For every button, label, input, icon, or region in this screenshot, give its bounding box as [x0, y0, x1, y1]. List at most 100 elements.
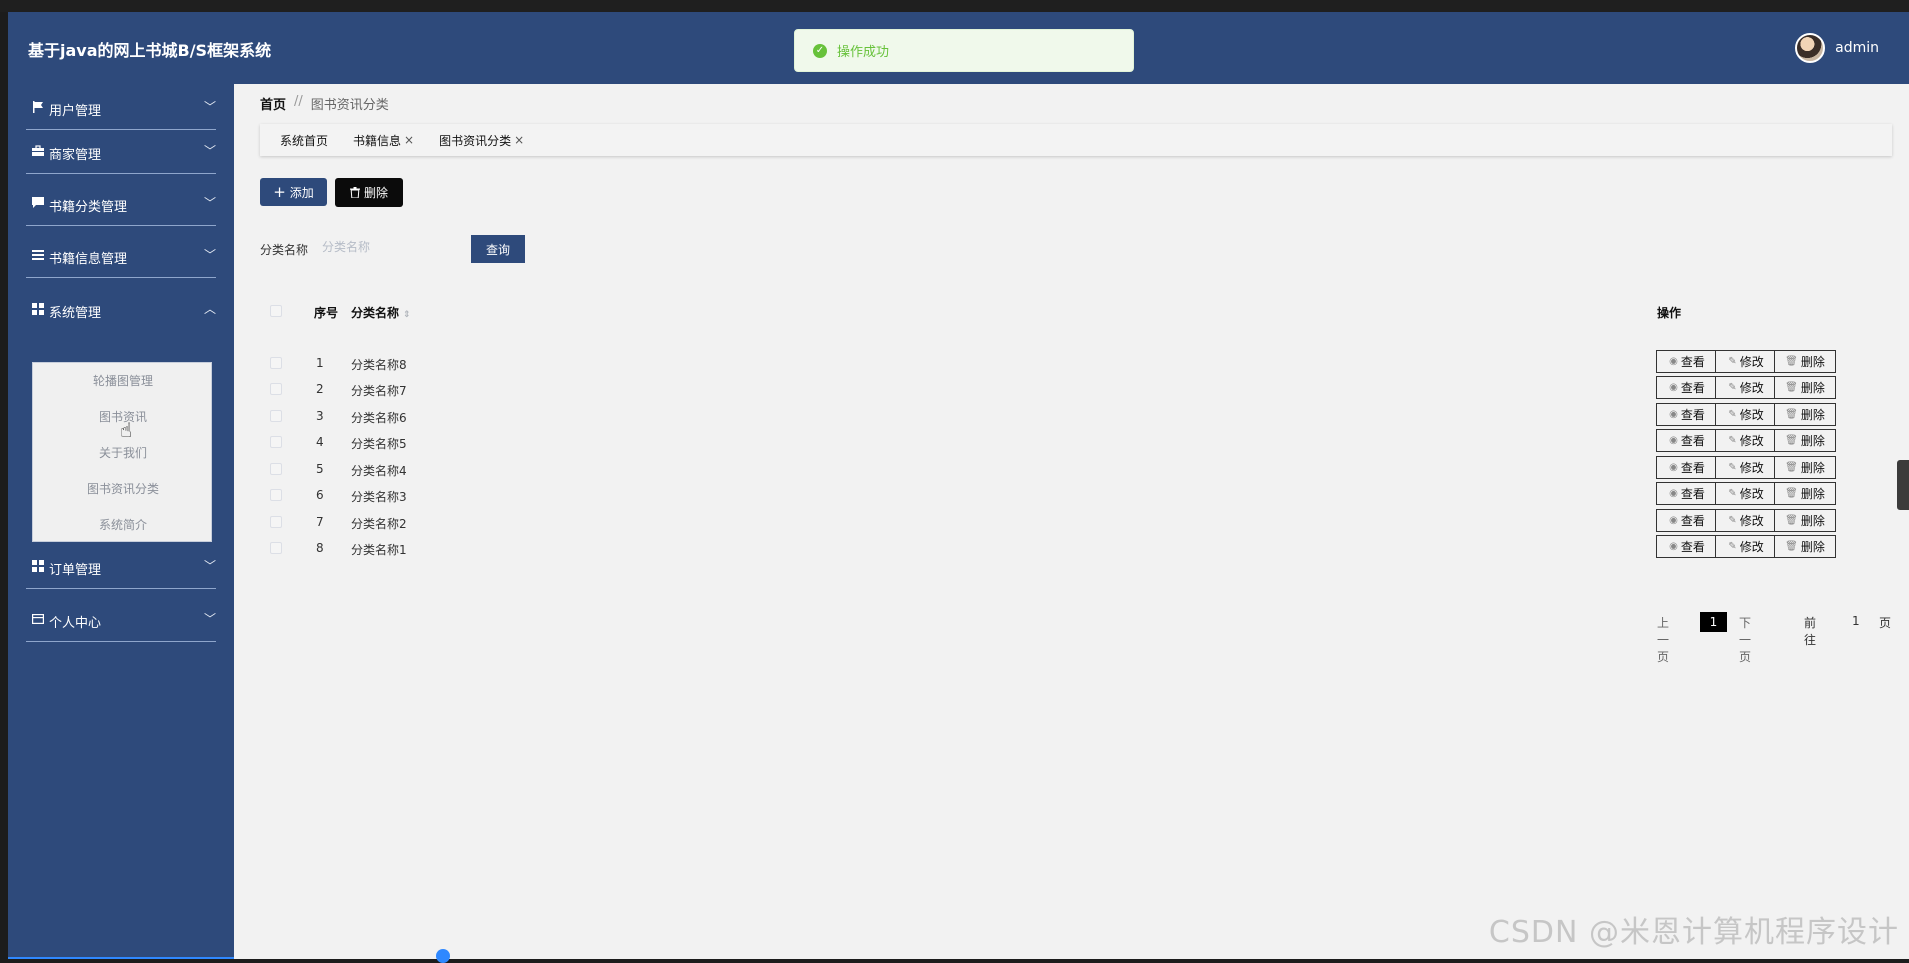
row-no: 7 [316, 515, 324, 529]
select-all-checkbox[interactable] [270, 305, 282, 317]
view-button[interactable]: ◉ 查看 [1656, 456, 1718, 479]
tab-label[interactable]: 图书资讯分类 [439, 132, 511, 149]
submenu-item-about-us[interactable]: 关于我们 [33, 444, 213, 461]
page-1-button[interactable]: 1 [1700, 612, 1727, 632]
row-delete-button[interactable]: 🗑 删除 [1774, 482, 1836, 505]
view-button[interactable]: ◉ 查看 [1656, 482, 1718, 505]
sidebar-item-label: 商家管理 [49, 148, 102, 163]
goto-page-input[interactable]: 1 [1852, 614, 1860, 628]
column-header-name[interactable]: 分类名称 ⇕ [351, 304, 411, 321]
edit-button-label: 修改 [1739, 540, 1764, 554]
table-row: 5 分类名称4 ◉ 查看 ✎ 修改 🗑 删除 [260, 456, 1892, 482]
breadcrumb-home[interactable]: 首页 [260, 94, 286, 113]
user-menu[interactable]: admin [1795, 33, 1879, 63]
avatar[interactable] [1795, 33, 1826, 63]
pencil-icon: ✎ [1728, 409, 1737, 420]
next-page-button[interactable]: 下一页 [1739, 614, 1751, 665]
app-window: 基于java的网上书城B/S框架系统 admin ✓ 操作成功 用户管理 ﹀ 商… [0, 0, 1909, 963]
row-delete-button-label: 删除 [1800, 540, 1825, 554]
sidebar-item-book-categories[interactable]: 书籍分类管理 ﹀ [8, 182, 234, 226]
row-checkbox[interactable] [270, 410, 282, 422]
edit-button[interactable]: ✎ 修改 [1715, 535, 1777, 558]
row-checkbox[interactable] [270, 357, 282, 369]
column-header-operation: 操作 [1657, 306, 1682, 320]
trash-icon: 🗑 [1785, 356, 1798, 367]
submenu-item-system-intro[interactable]: 系统简介 [33, 516, 213, 533]
user-name[interactable]: admin [1835, 40, 1879, 56]
row-checkbox[interactable] [270, 383, 282, 395]
sidebar-item-merchants[interactable]: 商家管理 ﹀ [8, 130, 234, 174]
row-delete-button[interactable]: 🗑 删除 [1774, 429, 1836, 452]
add-button[interactable]: + 添加 [260, 178, 327, 206]
eye-icon: ◉ [1669, 356, 1678, 367]
row-delete-button[interactable]: 🗑 删除 [1774, 535, 1836, 558]
hand-cursor-icon: ☝ [120, 418, 133, 442]
query-button[interactable]: 查询 [471, 235, 525, 263]
row-checkbox[interactable] [270, 516, 282, 528]
sidebar-item-book-info[interactable]: 书籍信息管理 ﹀ [8, 234, 234, 278]
main-content: 首页 // 图书资讯分类 系统首页 书籍信息 × 图书资讯分类 × + 添加 删除 … [234, 84, 1909, 959]
view-button-label: 查看 [1680, 487, 1705, 501]
sidebar-item-users[interactable]: 用户管理 ﹀ [8, 86, 234, 130]
tab-home[interactable]: 系统首页 [280, 132, 328, 149]
sidebar-item-label: 系统管理 [49, 306, 102, 321]
row-delete-button[interactable]: 🗑 删除 [1774, 509, 1836, 532]
breadcrumb-current: 图书资讯分类 [310, 98, 389, 113]
edit-button-label: 修改 [1739, 434, 1764, 448]
side-drawer-handle[interactable] [1897, 460, 1909, 510]
flag-icon [33, 101, 43, 113]
grid-icon [32, 560, 44, 572]
category-name-input[interactable] [322, 233, 442, 261]
row-delete-button[interactable]: 🗑 删除 [1774, 376, 1836, 399]
edit-button[interactable]: ✎ 修改 [1715, 429, 1777, 452]
edit-button[interactable]: ✎ 修改 [1715, 350, 1777, 373]
toast-message: 操作成功 [837, 45, 890, 60]
submenu-item-carousel[interactable]: 轮播图管理 [33, 372, 213, 389]
edit-button[interactable]: ✎ 修改 [1715, 509, 1777, 532]
tab-label[interactable]: 系统首页 [280, 132, 328, 149]
sort-icon[interactable]: ⇕ [403, 310, 411, 320]
view-button[interactable]: ◉ 查看 [1656, 376, 1718, 399]
view-button[interactable]: ◉ 查看 [1656, 350, 1718, 373]
row-category-name: 分类名称8 [351, 358, 407, 372]
sidebar-item-orders[interactable]: 订单管理 ﹀ [8, 545, 234, 589]
close-icon[interactable]: × [514, 133, 524, 147]
tab-book-info[interactable]: 书籍信息 × [353, 132, 414, 149]
prev-page-button[interactable]: 上一页 [1657, 614, 1669, 665]
view-button[interactable]: ◉ 查看 [1656, 535, 1718, 558]
row-checkbox[interactable] [270, 489, 282, 501]
view-button[interactable]: ◉ 查看 [1656, 429, 1718, 452]
slider-knob[interactable] [436, 949, 450, 963]
comment-icon [32, 197, 44, 208]
submenu-item-book-news-category[interactable]: 图书资讯分类 [33, 480, 213, 497]
trash-icon: 🗑 [1785, 488, 1798, 499]
edit-button[interactable]: ✎ 修改 [1715, 403, 1777, 426]
row-delete-button[interactable]: 🗑 删除 [1774, 350, 1836, 373]
edit-button-label: 修改 [1739, 514, 1764, 528]
row-delete-button-label: 删除 [1800, 461, 1825, 475]
row-checkbox[interactable] [270, 463, 282, 475]
row-checkbox[interactable] [270, 436, 282, 448]
sidebar-item-label: 个人中心 [49, 616, 102, 631]
tab-label[interactable]: 书籍信息 [353, 132, 401, 149]
edit-button[interactable]: ✎ 修改 [1715, 376, 1777, 399]
view-button[interactable]: ◉ 查看 [1656, 509, 1718, 532]
delete-button[interactable]: 删除 [335, 178, 403, 207]
sidebar-item-profile[interactable]: 个人中心 ﹀ [8, 598, 234, 642]
tab-book-news-category[interactable]: 图书资讯分类 × [439, 132, 524, 149]
row-delete-button[interactable]: 🗑 删除 [1774, 403, 1836, 426]
edit-button[interactable]: ✎ 修改 [1715, 482, 1777, 505]
breadcrumb: 首页 // 图书资讯分类 [260, 94, 389, 113]
close-icon[interactable]: × [404, 133, 414, 147]
row-no: 4 [316, 435, 324, 449]
view-button-label: 查看 [1680, 461, 1705, 475]
trash-icon: 🗑 [1785, 409, 1798, 420]
edit-button[interactable]: ✎ 修改 [1715, 456, 1777, 479]
row-delete-button[interactable]: 🗑 删除 [1774, 456, 1836, 479]
sidebar-item-system[interactable]: 系统管理 ︿ [8, 288, 234, 332]
trash-icon: 🗑 [1785, 541, 1798, 552]
view-button[interactable]: ◉ 查看 [1656, 403, 1718, 426]
eye-icon: ◉ [1669, 409, 1678, 420]
row-checkbox[interactable] [270, 542, 282, 554]
card-icon [32, 614, 44, 625]
